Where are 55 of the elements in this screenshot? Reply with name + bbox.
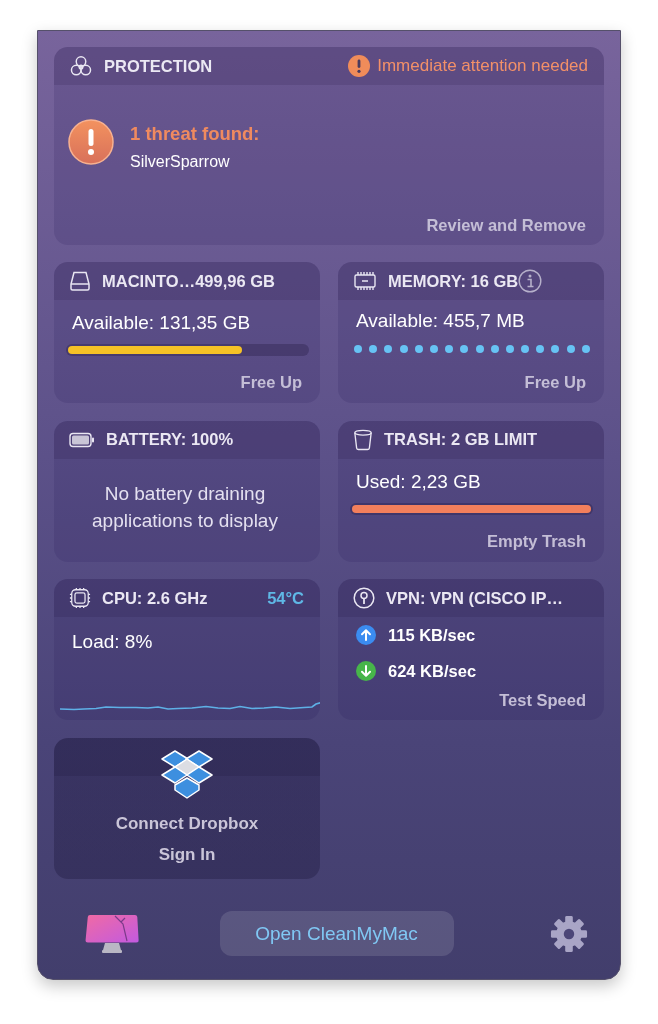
settings-icon[interactable]: [550, 914, 588, 953]
monitor-logo-icon[interactable]: [85, 913, 139, 954]
open-app-button[interactable]: Open CleanMyMac: [219, 911, 454, 956]
meter-dot-icon: [475, 345, 484, 353]
card-title: BATTERY: 100%: [106, 430, 234, 449]
meter-dot-icon: [536, 345, 545, 353]
usage-reading: Used: 2,23 GB: [356, 470, 482, 493]
card-title: PROTECTION: [104, 56, 213, 76]
card-title: MACINTO…499,96 GB: [102, 271, 275, 291]
meter-dot-icon: [399, 345, 408, 353]
meter-dot-icon: [369, 345, 378, 353]
meter-dot-icon: [414, 345, 423, 353]
hard-drive-icon: [69, 270, 91, 292]
action-link[interactable]: Free Up: [240, 373, 302, 392]
alert-icon: [68, 119, 114, 165]
card-title: TRASH: 2 GB LIMIT: [384, 430, 538, 449]
meter-dot-icon: [521, 345, 530, 353]
action-link[interactable]: Test Speed: [499, 691, 586, 710]
download-speed: 624 KB/sec: [388, 661, 477, 681]
load-reading: Load: 8%: [72, 631, 154, 653]
biohazard-icon: [69, 55, 93, 77]
threat-name: SilverSparrow: [130, 153, 231, 171]
cpu-chip-icon: [69, 587, 91, 609]
card-title: MEMORY: 16 GB: [388, 271, 519, 291]
card-title: CPU: 2.6 GHz: [102, 588, 208, 608]
meter-dot-icon: [445, 345, 454, 353]
meter-dot-icon: [490, 345, 499, 353]
meter-dot-icon: [581, 345, 590, 353]
battery-icon: [69, 431, 95, 448]
alert-icon: [348, 55, 371, 77]
alert-message: Immediate attention needed: [377, 56, 588, 76]
meter-dot-icon: [551, 345, 560, 353]
meter-dot-icon: [460, 345, 469, 353]
card-title: VPN: VPN (CISCO IP…: [386, 588, 563, 608]
action-link[interactable]: Empty Trash: [486, 531, 586, 551]
meter-dot-icon: [566, 345, 575, 353]
battery-message: No battery draining applications to display: [91, 481, 279, 533]
trash-icon: [353, 428, 373, 451]
connect-label: Connect Dropbox: [115, 813, 259, 834]
threat-count: 1 threat found:: [130, 123, 260, 145]
info-icon[interactable]: [518, 269, 543, 293]
memory-chip-icon: [353, 270, 377, 292]
temperature-reading: 54°C: [267, 588, 304, 608]
meter-dot-icon: [354, 345, 362, 353]
meter-dot-icon: [384, 345, 393, 353]
usage-reading: Available: 455,7 MB: [356, 310, 526, 332]
keyhole-icon: [353, 587, 375, 609]
box-logo-icon: [161, 749, 213, 800]
meter-dot-icon: [505, 345, 514, 353]
upload-speed: 115 KB/sec: [388, 625, 476, 645]
meter-dot-icon: [429, 345, 438, 353]
usage-reading: Available: 131,35 GB: [72, 312, 252, 334]
review-link[interactable]: Review and Remove: [426, 216, 586, 235]
action-link[interactable]: Free Up: [524, 373, 586, 392]
sign-in-link[interactable]: Sign In: [158, 844, 216, 865]
